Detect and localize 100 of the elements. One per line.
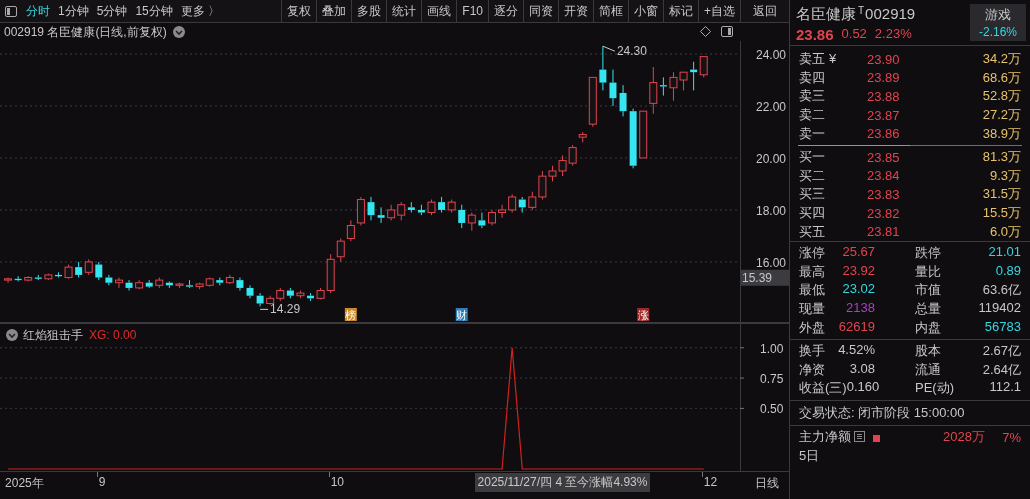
stat-value: 63.6亿: [982, 281, 1021, 300]
candlestick: [367, 196, 375, 221]
stat-value: 0.89: [995, 262, 1021, 280]
order-price: 23.81: [867, 224, 901, 240]
axis-label: 9: [98, 475, 106, 489]
chart-title: 002919 名臣健康(日线,前复权): [4, 23, 167, 41]
toolbar-button[interactable]: 逐分: [488, 0, 523, 22]
stat-label: 最高: [799, 262, 825, 281]
axis-label: 1.00: [760, 341, 784, 356]
toolbar-button[interactable]: 多股: [351, 0, 387, 22]
period-tab[interactable]: 更多 〉: [176, 0, 225, 22]
cursor-date: 2025/11/27/四 4 至今涨幅4.93%: [474, 473, 651, 492]
order-level: 买二: [799, 167, 825, 183]
toolbar-button[interactable]: F10: [456, 0, 488, 22]
stat-value: 23.02: [842, 281, 875, 299]
candlestick: [64, 264, 73, 280]
candlestick: [619, 84, 627, 117]
candlestick: [498, 204, 507, 219]
toolbar-button[interactable]: +自选: [698, 0, 740, 22]
toolbar-button[interactable]: 同资: [523, 0, 558, 22]
toolbar-button[interactable]: 叠加: [316, 0, 352, 22]
toolbar-button[interactable]: 简框: [593, 0, 628, 22]
event-tag[interactable]: 财: [455, 308, 468, 321]
order-volume: 31.5万: [981, 185, 1021, 204]
toolbar-button[interactable]: 标记: [663, 0, 698, 22]
candlestick: [155, 277, 164, 289]
candlestick: [84, 258, 93, 276]
toolbar-button[interactable]: 画线: [421, 0, 457, 22]
toolbar-button[interactable]: 小窗: [628, 0, 663, 22]
flow-percent: 7%: [1001, 429, 1021, 445]
toolbar-button[interactable]: 开资: [558, 0, 593, 22]
candlestick: [609, 69, 617, 107]
period-tab[interactable]: 1分钟: [54, 0, 93, 22]
axis-label: 20.00: [756, 151, 787, 166]
candlestick: [236, 277, 244, 291]
flow-indicator-icon: [873, 434, 880, 442]
period-tab[interactable]: 5分钟: [92, 0, 132, 22]
order-volume: 81.3万: [981, 148, 1021, 167]
stat-value: 56783: [984, 318, 1021, 336]
percent-change: 2.23%: [874, 26, 912, 43]
panel-toggle-icon[interactable]: [5, 5, 17, 17]
stat-label: 收益(三): [799, 379, 847, 398]
stock-code: 002919: [865, 5, 916, 22]
stat-label: 换手: [799, 342, 825, 361]
candlestick: [135, 279, 144, 290]
diamond-icon[interactable]: [700, 26, 711, 37]
cursor-price: 15.39: [741, 269, 789, 286]
stat-label: 现量: [799, 300, 825, 318]
stat-value: 2138: [846, 300, 875, 317]
stat-value: 119402: [978, 300, 1021, 317]
stat-label: 内盘: [915, 318, 941, 337]
event-tag[interactable]: 涨: [637, 308, 650, 321]
toolbar-button[interactable]: 统计: [386, 0, 422, 22]
toolbar-button[interactable]: 复权: [281, 0, 317, 22]
axis-label: 22.00: [756, 100, 787, 114]
game-button[interactable]: 游戏 -2.16%: [970, 4, 1026, 41]
period-tab[interactable]: 15分钟: [131, 0, 177, 22]
stat-value: 0.160: [846, 379, 880, 397]
candlestick: [558, 154, 567, 177]
axis-label: 10: [330, 475, 345, 489]
order-volume: 9.3万: [988, 166, 1021, 185]
order-volume: 34.2万: [981, 50, 1021, 69]
panel-toggle-icon[interactable]: [721, 26, 733, 37]
order-price: 23.84: [867, 168, 901, 184]
list-icon[interactable]: [854, 430, 865, 442]
order-level: 卖一: [799, 125, 825, 141]
order-price: 23.87: [867, 107, 901, 123]
stat-value: 62619: [838, 318, 875, 336]
candlestick: [266, 295, 275, 306]
candlestick: [95, 261, 103, 281]
stat-label: PE(动): [915, 379, 954, 398]
stat-label: 净资: [799, 360, 825, 379]
candlestick: [114, 277, 123, 289]
stat-value: 2.64亿: [982, 360, 1021, 379]
candlestick: [377, 206, 385, 224]
candlestick: [629, 108, 637, 169]
leader-line: [602, 45, 616, 52]
dropdown-icon[interactable]: [172, 26, 185, 38]
toolbar-button[interactable]: 返回: [740, 0, 789, 22]
order-price: 23.88: [867, 89, 901, 104]
price-change: 0.52: [841, 26, 867, 43]
dropdown-icon[interactable]: [6, 329, 18, 341]
order-level: 卖三: [799, 88, 825, 104]
axis-label: 0.75: [760, 372, 784, 387]
candlestick: [447, 199, 456, 214]
order-volume: 38.9万: [981, 124, 1021, 143]
axis-label: 18.00: [756, 203, 787, 218]
candlestick: [699, 56, 708, 78]
period-label: 日线: [755, 475, 779, 492]
indicator-name: 红焰狙击手: [23, 328, 83, 342]
order-price: 23.83: [867, 186, 901, 202]
candlestick: [588, 76, 597, 128]
price-annotation: 14.29: [270, 302, 301, 317]
order-price: 23.86: [867, 126, 901, 142]
last-price: 23.86: [796, 26, 834, 43]
period-tab[interactable]: 分时: [22, 0, 54, 22]
flow-label: 主力净额: [799, 428, 851, 447]
stat-label: 外盘: [799, 318, 825, 337]
stat-label: 跌停: [915, 244, 941, 263]
stat-value: 3.08: [849, 360, 875, 378]
